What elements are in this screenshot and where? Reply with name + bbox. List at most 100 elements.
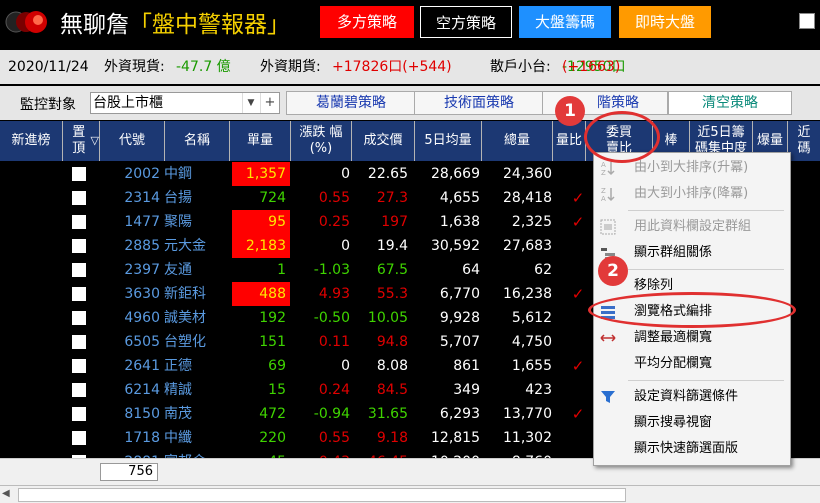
stock-name[interactable]: 中鋼: [164, 162, 224, 186]
col-header-single-volume[interactable]: 單量: [230, 121, 290, 161]
stock-name[interactable]: 新鉅科: [164, 282, 224, 306]
change-percent: 0.55: [318, 190, 350, 206]
filter-dropdown-icon[interactable]: ▽: [91, 133, 99, 149]
single-volume: 69: [268, 358, 286, 374]
menu-item-quick-filter[interactable]: 顯示快速篩選面版: [594, 436, 790, 462]
pin-checkbox[interactable]: [72, 335, 86, 349]
stock-code[interactable]: 2314: [96, 186, 160, 210]
menu-item-search-window[interactable]: 顯示搜尋視窗: [594, 410, 790, 436]
avg-volume-5d: 10,200: [422, 450, 480, 458]
col-header-chip-extra[interactable]: 近 碼: [788, 121, 820, 161]
avg-volume-5d: 9,928: [439, 310, 480, 326]
stock-name[interactable]: 台塑化: [164, 330, 224, 354]
pin-checkbox[interactable]: [72, 311, 86, 325]
col-header-new-entry[interactable]: 新進榜: [0, 121, 62, 161]
pin-checkbox[interactable]: [72, 359, 86, 373]
pin-checkbox[interactable]: [72, 383, 86, 397]
total-volume: 28,418: [503, 190, 552, 206]
scrollbar-thumb[interactable]: [18, 488, 626, 502]
scroll-left-icon[interactable]: ◀: [2, 488, 10, 499]
single-volume: 192: [259, 310, 286, 326]
stock-name[interactable]: 中纖: [164, 426, 224, 450]
foreign-spot-value: -47.7 億: [176, 59, 231, 75]
change-percent: 0.43: [294, 450, 350, 458]
menu-item-equal-width[interactable]: 平均分配欄寬: [594, 351, 790, 377]
stock-name[interactable]: 南茂: [164, 402, 224, 426]
stock-code[interactable]: 2002: [96, 162, 160, 186]
highlight-oval-header: [584, 111, 660, 163]
stock-name[interactable]: 友通: [164, 258, 224, 282]
stock-name[interactable]: 正德: [164, 354, 224, 378]
best-fit-icon: [600, 334, 616, 342]
pin-checkbox[interactable]: [72, 407, 86, 421]
col-header-avg-volume-5d[interactable]: 5日均量: [415, 121, 481, 161]
chevron-down-icon[interactable]: ▼: [242, 93, 259, 113]
stock-code[interactable]: 2397: [96, 258, 160, 282]
foreign-spot-label: 外資現貨:: [104, 59, 165, 75]
stock-name[interactable]: 富邦金: [164, 450, 224, 458]
total-volume: 13,770: [503, 406, 552, 422]
single-volume: 488: [232, 282, 290, 306]
market-chips-button[interactable]: 大盤籌碼: [519, 6, 611, 38]
menu-item-sort-desc[interactable]: ZA 由大到小排序(降冪): [594, 181, 790, 207]
menu-item-best-fit[interactable]: 調整最適欄寬: [594, 325, 790, 351]
stock-code[interactable]: 1477: [96, 210, 160, 234]
col-header-volume-ratio[interactable]: 量比: [553, 121, 585, 161]
stock-code[interactable]: 3630: [96, 282, 160, 306]
stock-name[interactable]: 誠美材: [164, 306, 224, 330]
price: 19.4: [376, 238, 408, 254]
stock-code[interactable]: 2885: [96, 234, 160, 258]
step-badge-1: 1: [555, 96, 585, 126]
stock-name[interactable]: 台揚: [164, 186, 224, 210]
stock-code[interactable]: 6214: [96, 378, 160, 402]
stock-code[interactable]: 1718: [96, 426, 160, 450]
pin-checkbox[interactable]: [72, 167, 86, 181]
add-icon[interactable]: +: [260, 93, 279, 113]
menu-separator: [628, 210, 784, 211]
pin-checkbox[interactable]: [72, 239, 86, 253]
step-badge-2: 2: [598, 256, 628, 286]
retail-label: 散戶小台:: [490, 59, 551, 75]
stock-name[interactable]: 元大金: [164, 234, 224, 258]
app-title-name: 盤中警報器: [152, 12, 267, 38]
short-strategy-button[interactable]: 空方策略: [420, 6, 512, 38]
pin-checkbox[interactable]: [72, 263, 86, 277]
monitor-select[interactable]: 台股上市櫃 ▼ +: [90, 92, 280, 114]
granville-strategy-button[interactable]: 葛蘭碧策略: [286, 91, 416, 115]
col-header-code[interactable]: 代號: [100, 121, 164, 161]
pin-checkbox[interactable]: [72, 287, 86, 301]
col-header-total-volume[interactable]: 總量: [482, 121, 552, 161]
total-volume: 1,655: [511, 358, 552, 374]
top-checkbox[interactable]: [799, 13, 815, 29]
app-title-main: 無聊詹: [60, 12, 129, 38]
col-header-pin[interactable]: 置頂 ▽: [63, 121, 99, 161]
stock-code[interactable]: 6505: [96, 330, 160, 354]
control-bar: 監控對象 台股上市櫃 ▼ + 葛蘭碧策略 技術面策略 階策略 清空策略: [0, 86, 820, 120]
stock-code[interactable]: 8150: [96, 402, 160, 426]
menu-item-group-by[interactable]: 用此資料欄設定群組: [594, 214, 790, 240]
pin-checkbox[interactable]: [72, 215, 86, 229]
col-header-name[interactable]: 名稱: [165, 121, 229, 161]
long-strategy-button[interactable]: 多方策略: [320, 6, 414, 38]
clear-strategy-button[interactable]: 清空策略: [668, 91, 792, 115]
stock-code[interactable]: 2641: [96, 354, 160, 378]
pin-checkbox[interactable]: [72, 431, 86, 445]
menu-label-best-fit: 調整最適欄寬: [634, 330, 713, 345]
col-header-change-percent[interactable]: 漲跌 幅 (%): [291, 121, 351, 161]
price: 67.5: [376, 262, 408, 278]
stock-code[interactable]: 2881: [96, 450, 160, 458]
menu-item-filter[interactable]: 設定資料篩選條件: [594, 384, 790, 410]
pin-checkbox[interactable]: [72, 191, 86, 205]
total-volume: 8,760: [484, 450, 552, 458]
realtime-market-button[interactable]: 即時大盤: [619, 6, 711, 38]
avg-volume-5d: 861: [453, 358, 480, 374]
col-header-price[interactable]: 成交價: [352, 121, 414, 161]
stock-name[interactable]: 精誠: [164, 378, 224, 402]
horizontal-scrollbar[interactable]: ◀: [0, 485, 820, 503]
app-title-open: 「: [129, 12, 152, 38]
technical-strategy-button[interactable]: 技術面策略: [414, 91, 544, 115]
stock-code[interactable]: 4960: [96, 306, 160, 330]
stock-name[interactable]: 聚陽: [164, 210, 224, 234]
single-volume: 2,183: [232, 234, 290, 258]
highlight-oval-menu-item: [588, 292, 796, 328]
